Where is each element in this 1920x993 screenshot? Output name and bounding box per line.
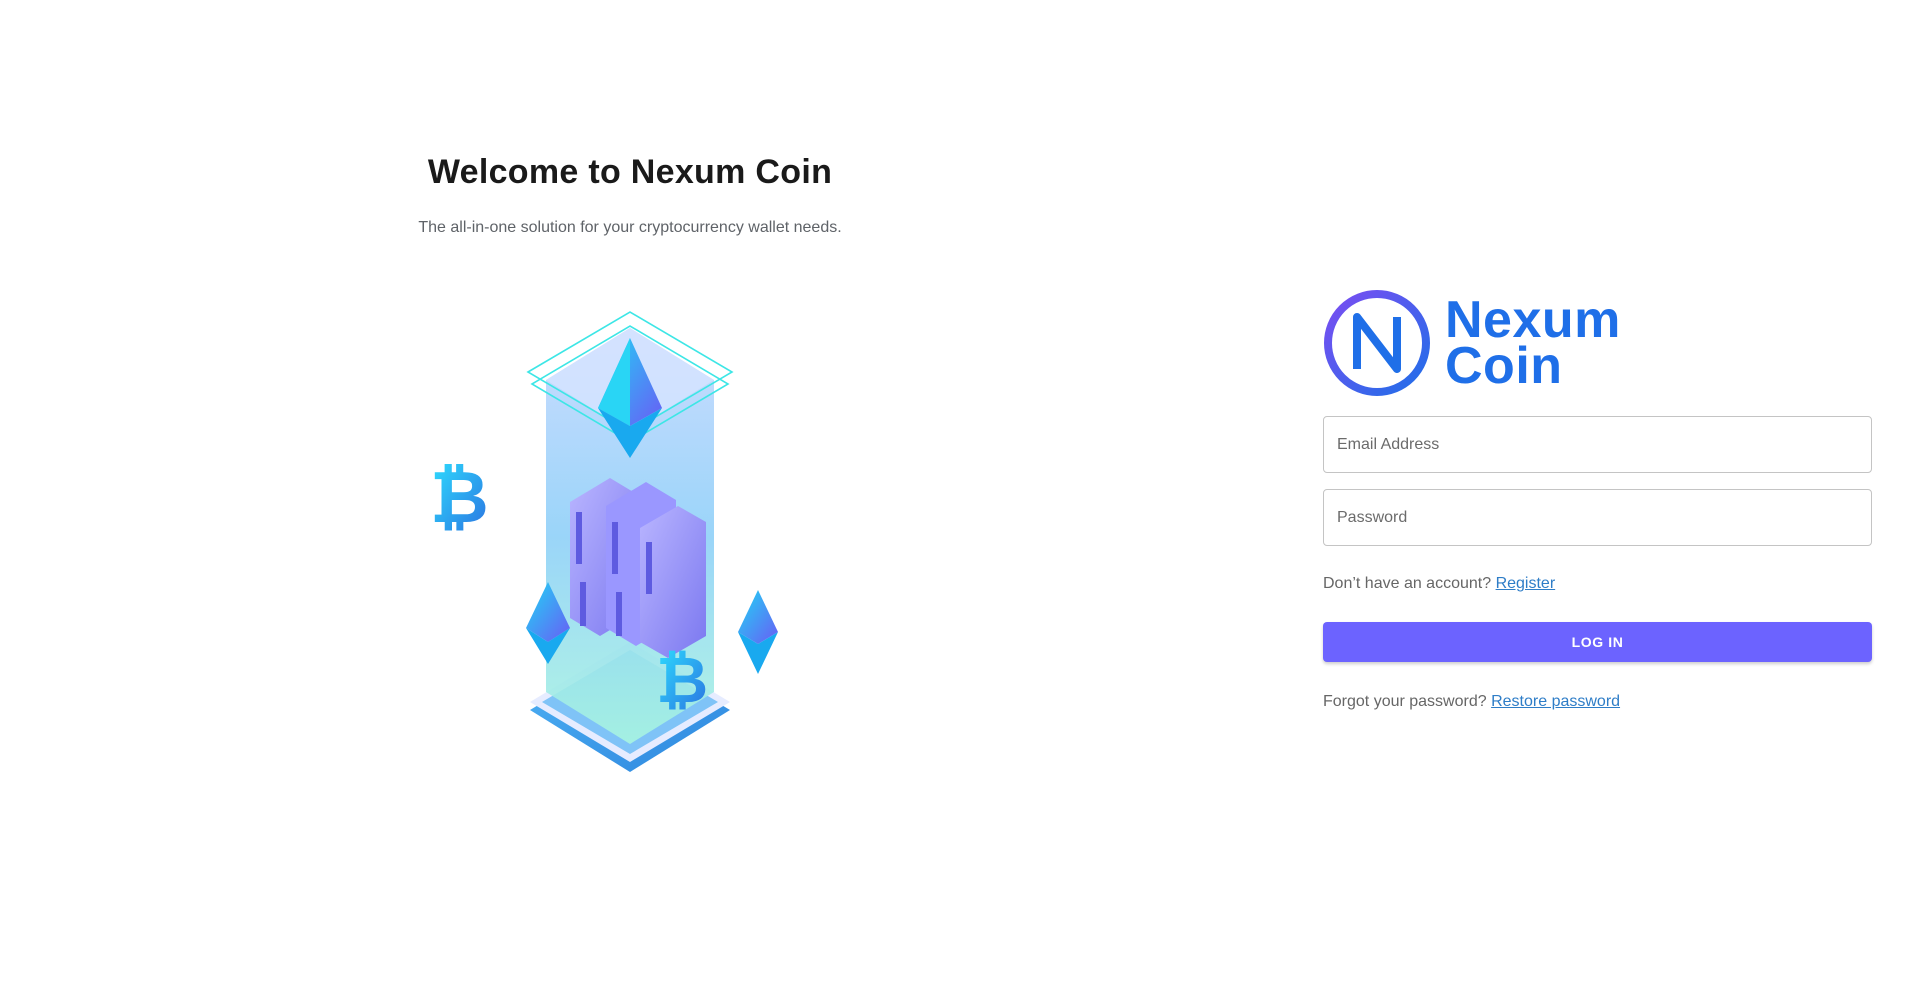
login-button[interactable]: LOG IN <box>1323 622 1872 662</box>
nexum-logo-icon <box>1324 290 1430 396</box>
logo-line-2: Coin <box>1445 337 1563 395</box>
logo-wordmark: Nexum Coin <box>1445 294 1621 395</box>
restore-password-link[interactable]: Restore password <box>1491 693 1620 710</box>
login-page: Welcome to Nexum Coin The all-in-one sol… <box>0 0 1920 993</box>
login-panel: Nexum Coin Don’t have an account? Regist… <box>1323 288 1872 714</box>
bitcoin-icon-bottom: ₿ <box>656 644 708 716</box>
forgot-password-row: Forgot your password? Restore password <box>1323 690 1872 714</box>
register-row: Don’t have an account? Register <box>1323 572 1872 596</box>
register-link[interactable]: Register <box>1496 575 1556 592</box>
email-field[interactable] <box>1323 416 1872 473</box>
password-field[interactable] <box>1323 489 1872 546</box>
register-prompt: Don’t have an account? <box>1323 575 1492 592</box>
welcome-hero: Welcome to Nexum Coin The all-in-one sol… <box>380 150 880 240</box>
crypto-illustration: ₿ ₿ <box>430 311 778 772</box>
ethereum-icon-right <box>738 590 778 674</box>
page-subtitle: The all-in-one solution for your cryptoc… <box>418 219 842 236</box>
svg-text:₿: ₿ <box>430 458 489 538</box>
brand-logo: Nexum Coin <box>1323 288 1872 398</box>
forgot-prompt: Forgot your password? <box>1323 693 1487 710</box>
bitcoin-icon-left: ₿ <box>430 458 489 538</box>
page-title: Welcome to Nexum Coin <box>427 153 833 191</box>
svg-text:₿: ₿ <box>656 644 708 716</box>
